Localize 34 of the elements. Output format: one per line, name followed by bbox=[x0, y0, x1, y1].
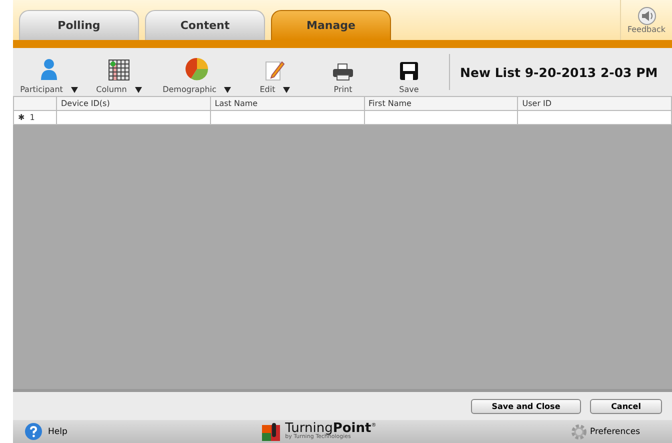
toolbar-button[interactable]: Demographic bbox=[159, 50, 235, 94]
column-header: Device ID(s) bbox=[56, 96, 210, 110]
list-title: New List 9-20-2013 2-03 PM bbox=[460, 64, 658, 80]
column-header: First Name bbox=[364, 96, 518, 110]
toolbar-button[interactable]: Edit bbox=[245, 50, 305, 94]
pencil-paper-icon bbox=[265, 59, 285, 81]
printer-icon bbox=[332, 63, 354, 81]
toolbar-label: Demographic bbox=[162, 85, 216, 94]
toolbar-button[interactable]: Participant bbox=[19, 50, 79, 94]
toolbar-label: Participant bbox=[20, 85, 63, 94]
person-icon bbox=[40, 59, 58, 81]
help-icon bbox=[25, 423, 42, 440]
grid-icon bbox=[108, 59, 130, 81]
column-header: Last Name bbox=[210, 96, 364, 110]
preferences-button[interactable]: Preferences bbox=[570, 422, 640, 440]
action-button[interactable]: Save and Close bbox=[471, 398, 581, 414]
toolbar-label: Column bbox=[96, 85, 127, 94]
column-header: User ID bbox=[518, 96, 672, 110]
toolbar-label: Edit bbox=[260, 85, 276, 94]
logo-icon bbox=[261, 422, 282, 442]
brand-name: TurningPoint$^{®}$ bbox=[285, 422, 376, 436]
toolbar-button[interactable]: Column bbox=[89, 50, 149, 94]
gear-icon bbox=[570, 422, 588, 440]
help-button[interactable]: Help bbox=[25, 423, 68, 440]
toolbar-label: Save bbox=[399, 85, 419, 94]
tab[interactable]: Content bbox=[145, 10, 265, 40]
tab[interactable]: Polling bbox=[19, 10, 139, 40]
toolbar-button[interactable]: Print bbox=[315, 50, 371, 94]
tab[interactable]: Manage bbox=[271, 10, 391, 40]
speaker-icon bbox=[636, 6, 656, 24]
toolbar-button[interactable]: Save bbox=[381, 50, 437, 94]
toolbar-label: Print bbox=[334, 85, 352, 94]
action-button[interactable]: Cancel bbox=[590, 398, 662, 414]
pie-chart-icon bbox=[185, 57, 209, 81]
